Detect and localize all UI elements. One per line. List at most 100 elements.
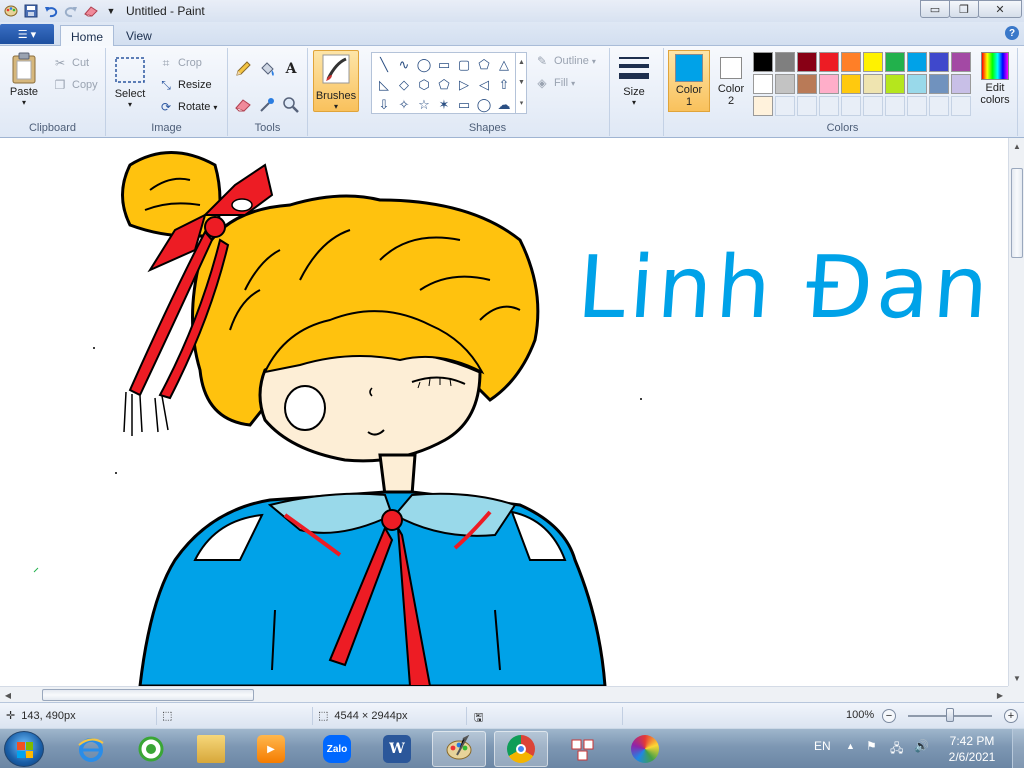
shape-item[interactable]: △ xyxy=(494,55,514,75)
tab-view[interactable]: View xyxy=(116,25,162,47)
undo-icon[interactable] xyxy=(42,2,60,20)
paint-app-icon[interactable] xyxy=(2,2,20,20)
text-icon[interactable]: A xyxy=(280,58,302,80)
eraser-icon[interactable] xyxy=(232,94,254,116)
shape-item[interactable]: ◺ xyxy=(374,75,394,95)
shapes-more-icon[interactable]: ▾ xyxy=(520,99,524,107)
shape-item[interactable]: ◁ xyxy=(474,75,494,95)
shape-item[interactable]: ◯ xyxy=(474,95,494,115)
zoom-slider-thumb[interactable] xyxy=(946,708,954,722)
chrome-icon xyxy=(507,735,535,763)
shape-item[interactable]: ✶ xyxy=(434,95,454,115)
pencil-icon[interactable] xyxy=(232,58,254,80)
shape-item[interactable]: ⇧ xyxy=(494,75,514,95)
shape-item[interactable]: ▭ xyxy=(454,95,474,115)
shape-item[interactable]: ✧ xyxy=(394,95,414,115)
redo-icon[interactable] xyxy=(62,2,80,20)
shapes-down-icon[interactable]: ▼ xyxy=(518,79,525,86)
system-clock[interactable]: 7:42 PM 2/6/2021 xyxy=(940,733,1004,765)
resize-button[interactable]: ⤡ Resize xyxy=(158,76,211,94)
crop-button[interactable]: ⌗ Crop xyxy=(158,54,202,72)
taskbar-snipping-tool[interactable] xyxy=(556,731,610,767)
customize-qat-icon[interactable]: ▼ xyxy=(102,2,120,20)
taskbar-zalo[interactable]: Zalo xyxy=(310,731,364,767)
taskbar-media-player[interactable]: ▶ xyxy=(244,731,298,767)
shape-item[interactable]: ╲ xyxy=(374,55,394,75)
vertical-scroll-thumb[interactable] xyxy=(1011,168,1023,258)
scissors-icon: ✂ xyxy=(54,56,66,70)
shape-item[interactable]: ◇ xyxy=(394,75,414,95)
scroll-down-icon[interactable]: ▼ xyxy=(1009,670,1024,686)
shape-item[interactable]: ▭ xyxy=(434,55,454,75)
show-hidden-icons-icon[interactable]: ▲ xyxy=(846,741,855,751)
size-button[interactable]: Size ▾ xyxy=(618,52,650,107)
save-icon[interactable] xyxy=(22,2,40,20)
volume-icon[interactable]: 🔊 xyxy=(914,739,929,753)
shape-item[interactable]: ▢ xyxy=(454,55,474,75)
zoom-out-button[interactable]: − xyxy=(882,709,896,723)
outline-button[interactable]: ✎ Outline ▾ xyxy=(534,52,596,70)
scroll-corner xyxy=(1008,686,1024,702)
size-group: Size ▾ xyxy=(610,48,664,136)
language-indicator[interactable]: EN xyxy=(814,739,831,753)
maximize-button[interactable]: ❐ xyxy=(949,0,979,18)
taskbar-internet-explorer[interactable] xyxy=(64,731,118,767)
network-icon[interactable]: 🖧 xyxy=(890,739,903,760)
color-picker-icon[interactable] xyxy=(256,94,278,116)
action-center-flag-icon[interactable]: ⚑ xyxy=(866,739,877,753)
shapes-scroll[interactable]: ▲ ▼ ▾ xyxy=(515,52,527,114)
taskbar-color-app[interactable] xyxy=(618,731,672,767)
taskbar-file-explorer[interactable] xyxy=(184,731,238,767)
minimize-button[interactable]: ▭ xyxy=(920,0,950,18)
select-button[interactable]: Select ▾ xyxy=(114,54,146,109)
zoom-in-button[interactable]: + xyxy=(1004,709,1018,723)
taskbar-paint[interactable] xyxy=(432,731,486,767)
ribbon: Paste ▾ ✂ Cut ❐ Copy Clipboard Select ▾ … xyxy=(0,46,1024,138)
shape-item[interactable]: ∿ xyxy=(394,55,414,75)
fill-icon[interactable] xyxy=(256,58,278,80)
shape-item[interactable]: ⬡ xyxy=(414,75,434,95)
shape-item[interactable]: ⬠ xyxy=(434,75,454,95)
brushes-button[interactable]: Brushes ▾ xyxy=(313,50,359,112)
cut-button[interactable]: ✂ Cut xyxy=(52,54,89,72)
taskbar-word[interactable]: W xyxy=(370,731,424,767)
paste-button[interactable]: Paste ▾ xyxy=(8,52,40,107)
coccoc-icon xyxy=(137,735,165,763)
scroll-up-icon[interactable]: ▲ xyxy=(1009,138,1024,154)
shape-item[interactable]: ⬠ xyxy=(474,55,494,75)
tab-home[interactable]: Home xyxy=(60,25,115,47)
start-button[interactable] xyxy=(4,731,44,767)
vertical-scrollbar[interactable]: ▲ ▼ xyxy=(1008,138,1024,686)
copy-button[interactable]: ❐ Copy xyxy=(52,76,98,94)
horizontal-scrollbar[interactable]: ◀ ▶ xyxy=(0,686,1008,702)
rotate-label: Rotate xyxy=(178,101,211,113)
shapes-up-icon[interactable]: ▲ xyxy=(518,59,525,66)
folder-icon xyxy=(197,735,225,763)
shape-item[interactable]: ◯ xyxy=(414,55,434,75)
horizontal-scroll-thumb[interactable] xyxy=(42,689,254,701)
fill-button[interactable]: ◈ Fill ▾ xyxy=(534,74,575,92)
taskbar-coccoc[interactable] xyxy=(124,731,178,767)
shape-item[interactable]: ☆ xyxy=(414,95,434,115)
eraser-qat-icon[interactable] xyxy=(82,2,100,20)
rotate-button[interactable]: ⟳ Rotate ▾ xyxy=(158,98,217,116)
snipping-tool-icon xyxy=(569,735,597,763)
scroll-right-icon[interactable]: ▶ xyxy=(992,687,1008,703)
selection-rectangle-icon xyxy=(114,54,146,86)
paint-taskbar-icon xyxy=(445,735,473,763)
color-app-icon xyxy=(631,735,659,763)
drawing-canvas[interactable]: Linh Đan xyxy=(0,138,1008,686)
shape-item[interactable]: ▷ xyxy=(454,75,474,95)
close-button[interactable]: ✕ xyxy=(978,0,1022,18)
paint-menu-button[interactable]: ☰ ▾ xyxy=(0,24,54,44)
show-desktop-button[interactable] xyxy=(1012,729,1024,768)
magnifier-icon[interactable] xyxy=(280,94,302,116)
window-title: Untitled - Paint xyxy=(126,4,205,18)
taskbar: ▶ Zalo W EN ▲ ⚑ 🖧 🔊 7:42 PM 2/6/2021 xyxy=(0,728,1024,768)
shape-item[interactable]: ⇩ xyxy=(374,95,394,115)
shape-item[interactable]: ☁ xyxy=(494,95,514,115)
help-icon[interactable]: ? xyxy=(1005,26,1019,40)
fill-label: Fill xyxy=(554,77,569,89)
scroll-left-icon[interactable]: ◀ xyxy=(0,687,16,703)
taskbar-chrome[interactable] xyxy=(494,731,548,767)
